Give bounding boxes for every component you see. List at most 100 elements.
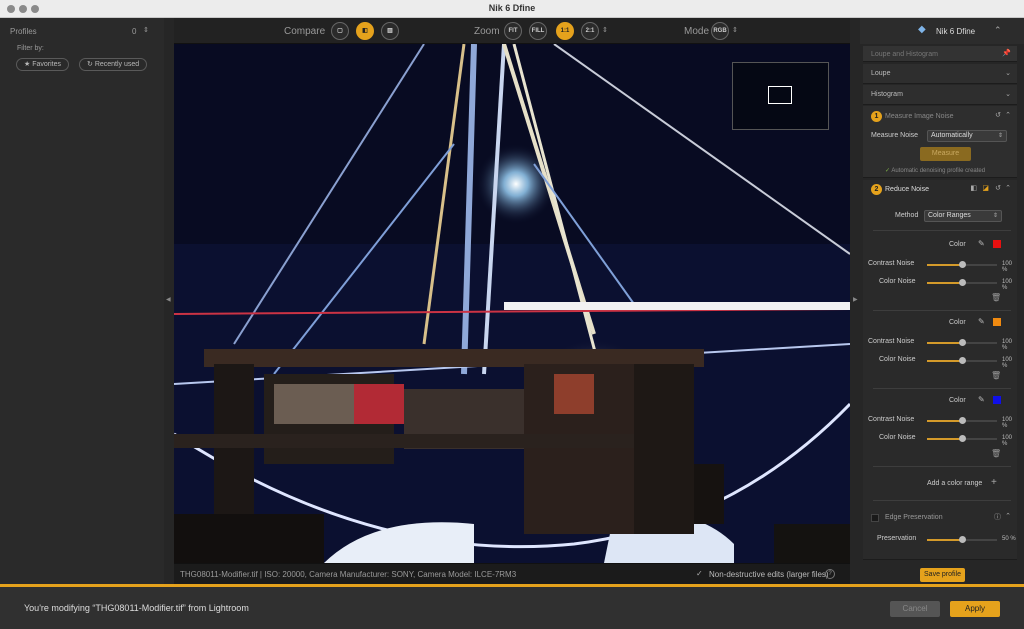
color-noise-slider[interactable] [927,357,997,364]
divider [873,230,1011,231]
divider [873,388,1011,389]
loupe-histogram-section[interactable]: Loupe and Histogram 📌 [863,46,1017,62]
contrast-noise-slider[interactable] [927,339,997,346]
measure-noise-section: 1 Measure Image Noise ↺ ⌃ Measure Noise … [863,106,1017,178]
measure-button[interactable]: Measure [920,147,971,161]
zoom-fill-button[interactable]: FILL [529,22,547,40]
loupe-section[interactable]: Loupe ⌄ [863,64,1017,84]
profiles-panel: Profiles 0 ⇕ Filter by: ★ Favorites ↻ Re… [0,18,164,584]
slider-knob[interactable] [959,536,966,543]
compare-toggle-icon[interactable]: ◧ [970,184,977,192]
star-icon: ★ [24,61,33,68]
select-arrows-icon: ⇕ [992,213,998,219]
pin-icon[interactable]: 📌 [1002,49,1011,57]
mode-stepper-icon[interactable]: ⇕ [732,26,738,34]
select-arrows-icon: ⇕ [997,133,1003,139]
color-swatch-red[interactable] [993,240,1001,248]
trash-icon[interactable]: 🗑 [991,449,1001,458]
save-profile-button[interactable]: Save profile [920,568,965,582]
photo-preview[interactable] [174,44,850,563]
color-label: Color [949,397,966,404]
compare-side-by-side-button[interactable]: ▥ [381,22,399,40]
color-swatch-orange[interactable] [993,318,1001,326]
method-select[interactable]: Color Ranges ⇕ [924,210,1002,222]
modifying-message: You're modifying “THG08011-Modifier.tif”… [24,603,249,613]
measure-noise-label: Measure Noise [871,132,919,139]
eyedropper-icon[interactable]: ✎ [978,395,985,404]
profiles-count: 0 [132,27,137,36]
zoom-fit-button[interactable]: FIT [504,22,522,40]
slider-knob[interactable] [959,435,966,442]
trash-icon[interactable]: 🗑 [991,371,1001,380]
denoise-profile-note: ✓ Automatic denoising profile created [885,168,986,174]
contrast-noise-value: 100 % [1002,261,1013,273]
edge-preservation-checkbox[interactable] [871,514,879,522]
collapse-all-icon[interactable]: ⌃ [994,25,1002,36]
slider-fill [927,264,962,266]
nondestructive-checkbox[interactable]: ✓ [696,569,703,578]
contrast-noise-slider[interactable] [927,417,997,424]
edge-preservation-section: Edge Preservation ⓘ ⌃ Preservation 50 % [863,506,1017,560]
cancel-button[interactable]: Cancel [890,601,940,617]
color-noise-slider[interactable] [927,435,997,442]
navigator-viewport-rect[interactable] [768,86,792,104]
slider-knob[interactable] [959,339,966,346]
slider-knob[interactable] [959,279,966,286]
photo-status-bar: THG08011-Modifier.tif | ISO: 20000, Came… [174,563,850,584]
slider-knob[interactable] [959,417,966,424]
right-panel-collapse[interactable]: ▶ [850,18,860,584]
slider-knob[interactable] [959,357,966,364]
left-panel-collapse[interactable]: ◀ [164,18,174,584]
color-noise-value: 100 % [1002,279,1013,291]
contrast-noise-slider[interactable] [927,261,997,268]
contrast-noise-value: 100 % [1002,417,1013,429]
compare-split-button[interactable]: ◧ [356,22,374,40]
slider-knob[interactable] [959,261,966,268]
filter-label: Filter by: [17,45,44,52]
help-icon[interactable]: ⓘ [994,512,1001,522]
navigator-thumbnail[interactable] [732,62,829,130]
step-2-badge: 2 [871,184,882,195]
chevron-down-icon[interactable]: ⌄ [1005,90,1011,98]
reset-icon[interactable]: ↺ [995,111,1001,119]
zoom-stepper-icon[interactable]: ⇕ [602,26,608,34]
color-noise-label: Color Noise [879,356,916,363]
brush-icon[interactable]: ◪ [982,184,989,192]
eyedropper-icon[interactable]: ✎ [978,239,985,248]
contrast-noise-label: Contrast Noise [868,260,915,267]
chevron-up-icon[interactable]: ⌃ [1005,512,1011,520]
profiles-header: Profiles [10,27,37,36]
chevron-up-icon[interactable]: ⌃ [1005,184,1011,192]
preview-toolbar: Compare ▢ ◧ ▥ Zoom FIT FILL 1:1 2:1 ⇕ Mo… [174,18,850,44]
preservation-slider[interactable] [927,536,997,543]
mode-rgb-button[interactable]: RGB [711,22,729,40]
zoom-1-1-button[interactable]: 1:1 [556,22,574,40]
eyedropper-icon[interactable]: ✎ [978,317,985,326]
filter-favorites-button[interactable]: ★ Favorites [16,58,70,71]
chevron-down-icon[interactable]: ⌄ [1005,69,1011,77]
filter-recently-used-button[interactable]: ↻ Recently used [79,58,148,71]
histogram-section[interactable]: Histogram ⌄ [863,85,1017,105]
trash-icon[interactable]: 🗑 [991,293,1001,302]
mode-label: Mode [684,26,710,37]
apply-button[interactable]: Apply [950,601,1000,617]
file-info: THG08011-Modifier.tif | ISO: 20000, Came… [180,570,517,579]
chevron-up-icon[interactable]: ⌃ [1005,111,1011,119]
preservation-value: 50 % [1002,536,1016,542]
add-color-range-label[interactable]: Add a color range [927,480,982,487]
help-icon[interactable]: ? [825,569,835,579]
color-swatch-blue[interactable] [993,396,1001,404]
measure-noise-select[interactable]: Automatically ⇕ [927,130,1007,142]
add-color-range-icon[interactable]: + [991,477,997,488]
zoom-2-1-button[interactable]: 2:1 [581,22,599,40]
brand-header: ◆ Nik 6 Dfine ⌃ [860,18,1024,44]
color-noise-value: 100 % [1002,435,1013,447]
collapse-right-icon: ▶ [853,297,858,303]
compare-single-button[interactable]: ▢ [331,22,349,40]
bottom-action-bar: You're modifying “THG08011-Modifier.tif”… [0,584,1024,629]
method-label: Method [895,212,919,219]
collapse-left-icon: ◀ [166,297,171,303]
color-noise-slider[interactable] [927,279,997,286]
sort-updown-icon[interactable]: ⇕ [143,26,149,34]
reset-icon[interactable]: ↺ [995,184,1001,192]
